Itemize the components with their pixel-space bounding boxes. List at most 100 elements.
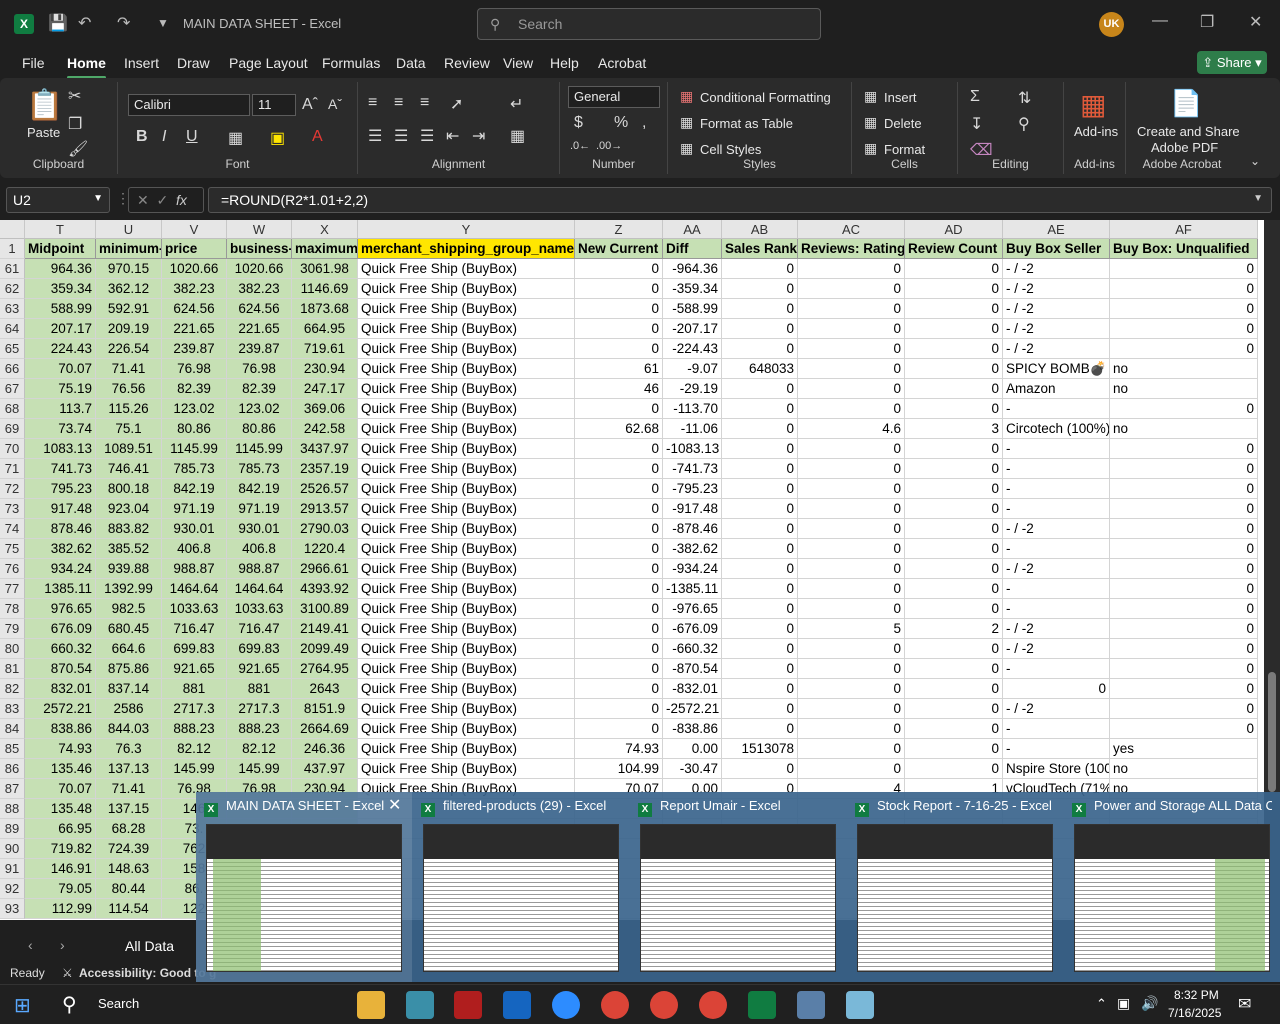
table-cell[interactable]: 75.19 bbox=[25, 379, 96, 399]
table-cell[interactable]: 844.03 bbox=[96, 719, 162, 739]
row-header[interactable]: 93 bbox=[0, 899, 25, 919]
restore-icon[interactable]: ❐ bbox=[1200, 12, 1214, 32]
table-cell[interactable]: Quick Free Ship (BuyBox) bbox=[358, 459, 575, 479]
table-cell[interactable]: 971.19 bbox=[162, 499, 227, 519]
table-cell[interactable]: 0 bbox=[722, 559, 798, 579]
table-cell[interactable]: 66.95 bbox=[25, 819, 96, 839]
table-cell[interactable]: 664.6 bbox=[96, 639, 162, 659]
table-cell[interactable]: 934.24 bbox=[25, 559, 96, 579]
table-cell[interactable]: 2572.21 bbox=[25, 699, 96, 719]
table-cell[interactable]: 1464.64 bbox=[227, 579, 292, 599]
header-cell[interactable]: Diff bbox=[663, 239, 722, 259]
table-cell[interactable]: 0 bbox=[798, 579, 905, 599]
table-cell[interactable]: 624.56 bbox=[227, 299, 292, 319]
row-header[interactable]: 69 bbox=[0, 419, 25, 439]
tray-chevron-icon[interactable]: ⌃ bbox=[1096, 996, 1107, 1012]
table-cell[interactable]: 0 bbox=[1110, 259, 1258, 279]
conditional-formatting-button[interactable]: Conditional Formatting bbox=[700, 90, 831, 105]
table-cell[interactable]: 74.93 bbox=[25, 739, 96, 759]
table-cell[interactable]: no bbox=[1110, 359, 1258, 379]
table-cell[interactable]: 680.45 bbox=[96, 619, 162, 639]
table-cell[interactable]: 719.82 bbox=[25, 839, 96, 859]
insert-function-icon[interactable]: fx bbox=[176, 192, 187, 208]
table-cell[interactable]: 0 bbox=[1110, 399, 1258, 419]
table-cell[interactable]: 4393.92 bbox=[292, 579, 358, 599]
table-cell[interactable]: 0 bbox=[575, 539, 663, 559]
table-cell[interactable]: 239.87 bbox=[227, 339, 292, 359]
table-cell[interactable]: 0 bbox=[722, 459, 798, 479]
table-cell[interactable]: - / -2 bbox=[1003, 319, 1110, 339]
table-cell[interactable]: 230.94 bbox=[292, 359, 358, 379]
table-cell[interactable]: 114.54 bbox=[96, 899, 162, 919]
table-cell[interactable]: 0 bbox=[722, 619, 798, 639]
table-cell[interactable]: Quick Free Ship (BuyBox) bbox=[358, 739, 575, 759]
table-cell[interactable]: 247.17 bbox=[292, 379, 358, 399]
thumbnail-power-storage[interactable]: X Power and Storage ALL Data Co... bbox=[1064, 792, 1280, 982]
table-cell[interactable]: 382.23 bbox=[227, 279, 292, 299]
table-cell[interactable]: 0 bbox=[798, 399, 905, 419]
table-cell[interactable]: Quick Free Ship (BuyBox) bbox=[358, 419, 575, 439]
table-cell[interactable]: 2526.57 bbox=[292, 479, 358, 499]
table-cell[interactable]: 785.73 bbox=[162, 459, 227, 479]
taskbar-search-icon[interactable]: ⚲ bbox=[62, 992, 77, 1017]
row-header[interactable]: 80 bbox=[0, 639, 25, 659]
table-cell[interactable]: 1392.99 bbox=[96, 579, 162, 599]
table-cell[interactable]: 2913.57 bbox=[292, 499, 358, 519]
table-cell[interactable]: 0 bbox=[798, 319, 905, 339]
share-button[interactable]: ⇪ Share ▾ bbox=[1197, 51, 1267, 74]
table-cell[interactable]: 437.97 bbox=[292, 759, 358, 779]
table-cell[interactable]: -1083.13 bbox=[663, 439, 722, 459]
row-header[interactable]: 68 bbox=[0, 399, 25, 419]
table-cell[interactable]: - bbox=[1003, 599, 1110, 619]
header-cell[interactable]: merchant_shipping_group_name bbox=[358, 239, 575, 259]
decrease-indent-icon[interactable]: ⇤ bbox=[446, 126, 459, 146]
table-cell[interactable]: - bbox=[1003, 499, 1110, 519]
table-cell[interactable]: -224.43 bbox=[663, 339, 722, 359]
table-cell[interactable]: 881 bbox=[162, 679, 227, 699]
row-header[interactable]: 86 bbox=[0, 759, 25, 779]
column-header[interactable]: AC bbox=[798, 220, 905, 239]
table-cell[interactable]: 0 bbox=[798, 339, 905, 359]
row-header[interactable]: 67 bbox=[0, 379, 25, 399]
table-cell[interactable]: 0 bbox=[575, 259, 663, 279]
table-cell[interactable]: 2790.03 bbox=[292, 519, 358, 539]
table-cell[interactable]: 741.73 bbox=[25, 459, 96, 479]
table-cell[interactable]: 71.41 bbox=[96, 779, 162, 799]
row-header[interactable]: 62 bbox=[0, 279, 25, 299]
table-cell[interactable]: 61 bbox=[575, 359, 663, 379]
table-cell[interactable]: 800.18 bbox=[96, 479, 162, 499]
zoom-icon[interactable] bbox=[552, 991, 580, 1019]
collapse-ribbon-icon[interactable]: ⌄ bbox=[1250, 154, 1260, 168]
table-cell[interactable]: 0 bbox=[905, 379, 1003, 399]
table-cell[interactable]: 0 bbox=[722, 699, 798, 719]
table-cell[interactable]: - / -2 bbox=[1003, 699, 1110, 719]
table-cell[interactable]: 795.23 bbox=[25, 479, 96, 499]
table-cell[interactable]: 1083.13 bbox=[25, 439, 96, 459]
table-cell[interactable]: -9.07 bbox=[663, 359, 722, 379]
paste-icon[interactable]: 📋 bbox=[26, 88, 63, 123]
table-cell[interactable]: 5 bbox=[798, 619, 905, 639]
column-header[interactable]: V bbox=[162, 220, 227, 239]
table-cell[interactable]: 1873.68 bbox=[292, 299, 358, 319]
table-cell[interactable]: 207.17 bbox=[25, 319, 96, 339]
table-cell[interactable]: 82.39 bbox=[227, 379, 292, 399]
table-cell[interactable]: 0 bbox=[798, 519, 905, 539]
table-cell[interactable]: 0 bbox=[1110, 719, 1258, 739]
table-cell[interactable]: 0 bbox=[575, 519, 663, 539]
notifications-icon[interactable]: ✉ bbox=[1238, 994, 1251, 1014]
table-cell[interactable]: 0 bbox=[798, 539, 905, 559]
minimize-icon[interactable]: — bbox=[1152, 12, 1168, 30]
tab-acrobat[interactable]: Acrobat bbox=[598, 55, 646, 71]
table-cell[interactable]: 888.23 bbox=[227, 719, 292, 739]
table-cell[interactable]: 0 bbox=[575, 279, 663, 299]
table-cell[interactable]: 0 bbox=[1110, 679, 1258, 699]
table-cell[interactable]: 75.1 bbox=[96, 419, 162, 439]
table-cell[interactable]: 917.48 bbox=[25, 499, 96, 519]
table-cell[interactable]: 0 bbox=[722, 279, 798, 299]
table-cell[interactable]: 68.28 bbox=[96, 819, 162, 839]
table-cell[interactable]: 0 bbox=[798, 279, 905, 299]
table-cell[interactable]: 0 bbox=[905, 599, 1003, 619]
table-cell[interactable]: SPICY BOMB💣 ( bbox=[1003, 359, 1110, 379]
table-cell[interactable]: 0 bbox=[1110, 459, 1258, 479]
table-cell[interactable]: 0 bbox=[905, 399, 1003, 419]
